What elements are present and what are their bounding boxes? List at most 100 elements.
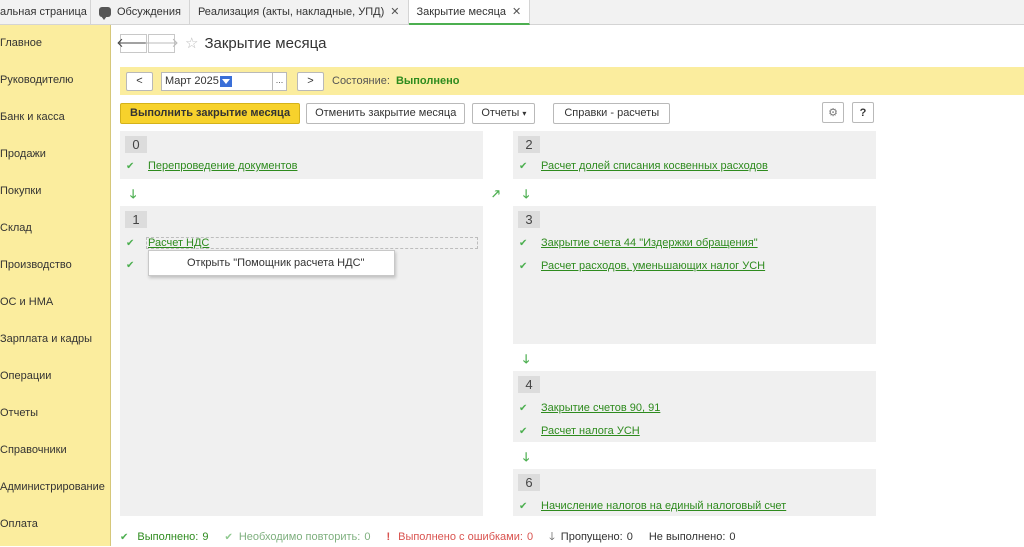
period-input[interactable]: Март 2025 ... <box>161 71 287 91</box>
check-icon: ✔ <box>519 260 528 272</box>
step-row: ✔ Закрытие счетов 90, 91 <box>519 401 660 415</box>
back-button[interactable]: 🡐 <box>116 33 151 53</box>
step-row: ✔ Начисление налогов на единый налоговый… <box>519 499 786 513</box>
forward-button[interactable]: 🡒 <box>144 33 179 53</box>
notdone-label: Не выполнено: <box>648 531 726 543</box>
step-link[interactable]: Начисление налогов на единый налоговый с… <box>541 500 786 512</box>
done-count: 9 <box>202 531 209 543</box>
toolbar-right: ⚙ ? <box>822 102 874 123</box>
stage-number: 3 <box>518 211 540 228</box>
check-icon: ✔ <box>120 531 129 543</box>
tab-bar: альная страница Обсуждения Реализация (а… <box>0 0 1024 25</box>
stage-6-panel: 6 ✔ Начисление налогов на единый налогов… <box>513 469 876 516</box>
state-label: Состояние: <box>332 75 390 87</box>
stage-4-panel: 4 ✔ Закрытие счетов 90, 91 ✔ Расчет нало… <box>513 371 876 442</box>
sidebar-item-production[interactable]: Производство <box>0 247 110 284</box>
star-icon[interactable]: ☆ <box>185 34 198 52</box>
reports-button[interactable]: Отчеты ▾ <box>472 102 536 124</box>
skip-icon: 🡓 <box>549 530 555 543</box>
sidebar-item-assets[interactable]: ОС и НМА <box>0 284 110 321</box>
step-link[interactable]: Расчет налога УСН <box>541 425 640 437</box>
gear-icon[interactable]: ⚙ <box>822 102 844 123</box>
step-link[interactable]: Расчет расходов, уменьшающих налог УСН <box>541 260 765 272</box>
arrow-down-icon: 🡓 <box>130 187 137 201</box>
stage-number: 6 <box>518 474 540 491</box>
context-menu-item[interactable]: Открыть "Помощник расчета НДС" <box>187 257 364 269</box>
close-icon[interactable]: ✕ <box>512 0 521 24</box>
check-icon: ✔ <box>519 237 528 249</box>
period-choose-button[interactable]: ... <box>272 72 286 90</box>
tab-home[interactable]: альная страница <box>0 0 91 24</box>
step-row: ✔ Расчет расходов, уменьшающих налог УСН <box>519 259 765 273</box>
tab-discussions[interactable]: Обсуждения <box>91 0 190 24</box>
references-button[interactable]: Справки - расчеты <box>553 102 671 124</box>
check-icon: ✔ <box>224 531 233 543</box>
notdone-count: 0 <box>729 531 736 543</box>
tab-home-label: альная страница <box>0 6 87 18</box>
check-icon: ✔ <box>519 425 528 437</box>
close-icon[interactable]: ✕ <box>390 0 399 24</box>
step-row: ✔ Закрытие счета 44 "Издержки обращения" <box>519 236 758 250</box>
check-icon: ✔ <box>126 160 135 172</box>
check-icon: ✔ <box>126 259 135 271</box>
tab-month-close[interactable]: Закрытие месяца ✕ <box>408 0 531 25</box>
step-row: ✔ Перепроведение документов <box>126 159 297 173</box>
sidebar: Главное Руководителю Банк и касса Продаж… <box>0 25 111 546</box>
title-row: 🡐 🡒 ☆ Закрытие месяца <box>116 33 327 53</box>
sidebar-item-salary[interactable]: Зарплата и кадры <box>0 321 110 358</box>
arrow-down-icon: 🡓 <box>523 450 530 464</box>
stage-number: 4 <box>518 376 540 393</box>
arrow-down-icon: 🡓 <box>523 187 530 201</box>
state-value: Выполнено <box>395 75 460 87</box>
done-label: Выполнено: <box>137 531 199 543</box>
stage-number: 1 <box>125 211 147 228</box>
step-link[interactable]: Закрытие счета 44 "Издержки обращения" <box>541 237 758 249</box>
toolbar: Выполнить закрытие месяца Отменить закры… <box>120 102 880 124</box>
prev-period-button[interactable]: < <box>126 71 153 91</box>
tab-sales[interactable]: Реализация (акты, накладные, УПД) ✕ <box>190 0 409 24</box>
period-bar: < Март 2025 ... > Состояние: Выполнено <box>120 67 1024 95</box>
stage-0-panel: 0 ✔ Перепроведение документов <box>120 131 483 179</box>
main-area: 🡐 🡒 ☆ Закрытие месяца < Март 2025 ... > … <box>111 25 1024 546</box>
repeat-label: Необходимо повторить: <box>238 531 361 543</box>
context-menu: Открыть "Помощник расчета НДС" <box>148 250 395 276</box>
stage-3-panel: 3 ✔ Закрытие счета 44 "Издержки обращени… <box>513 206 876 344</box>
tab-discussions-label: Обсуждения <box>117 6 181 18</box>
skipped-count: 0 <box>626 531 633 543</box>
sidebar-item-operations[interactable]: Операции <box>0 358 110 395</box>
step-row: ✔ Расчет налога УСН <box>519 424 640 438</box>
step-row: ✔ <box>126 258 148 272</box>
stage-2-panel: 2 ✔ Расчет долей списания косвенных расх… <box>513 131 876 179</box>
step-link[interactable]: Перепроведение документов <box>148 160 297 172</box>
next-period-button[interactable]: > <box>297 71 324 91</box>
dropdown-icon[interactable] <box>219 75 232 87</box>
step-link[interactable]: Закрытие счетов 90, 91 <box>541 402 660 414</box>
skipped-label: Пропущено: <box>560 531 623 543</box>
check-icon: ✔ <box>519 402 528 414</box>
run-close-button[interactable]: Выполнить закрытие месяца <box>120 102 301 124</box>
sidebar-item-references[interactable]: Справочники <box>0 432 110 469</box>
sidebar-item-main[interactable]: Главное <box>0 25 110 62</box>
repeat-count: 0 <box>364 531 371 543</box>
error-icon: ! <box>386 531 391 543</box>
check-icon: ✔ <box>519 500 528 512</box>
chat-icon <box>99 7 111 20</box>
reports-label: Отчеты <box>481 107 520 119</box>
stage-number: 2 <box>518 136 540 153</box>
errors-label: Выполнено с ошибками: <box>398 531 523 543</box>
sidebar-item-manager[interactable]: Руководителю <box>0 62 110 99</box>
page-title: Закрытие месяца <box>204 34 327 52</box>
sidebar-item-sales[interactable]: Продажи <box>0 136 110 173</box>
step-link[interactable]: Расчет долей списания косвенных расходов <box>541 160 768 172</box>
check-icon: ✔ <box>519 160 528 172</box>
sidebar-item-reports[interactable]: Отчеты <box>0 395 110 432</box>
sidebar-item-admin[interactable]: Администрирование <box>0 469 110 506</box>
sidebar-item-payment[interactable]: Оплата <box>0 506 110 543</box>
help-button[interactable]: ? <box>852 102 874 123</box>
sidebar-item-purchases[interactable]: Покупки <box>0 173 110 210</box>
sidebar-item-warehouse[interactable]: Склад <box>0 210 110 247</box>
errors-count: 0 <box>526 531 534 543</box>
cancel-close-button[interactable]: Отменить закрытие месяца <box>306 102 466 124</box>
sidebar-item-bank[interactable]: Банк и касса <box>0 99 110 136</box>
status-bar: ✔ Выполнено: 9 ✔ Необходимо повторить: 0… <box>120 531 740 544</box>
